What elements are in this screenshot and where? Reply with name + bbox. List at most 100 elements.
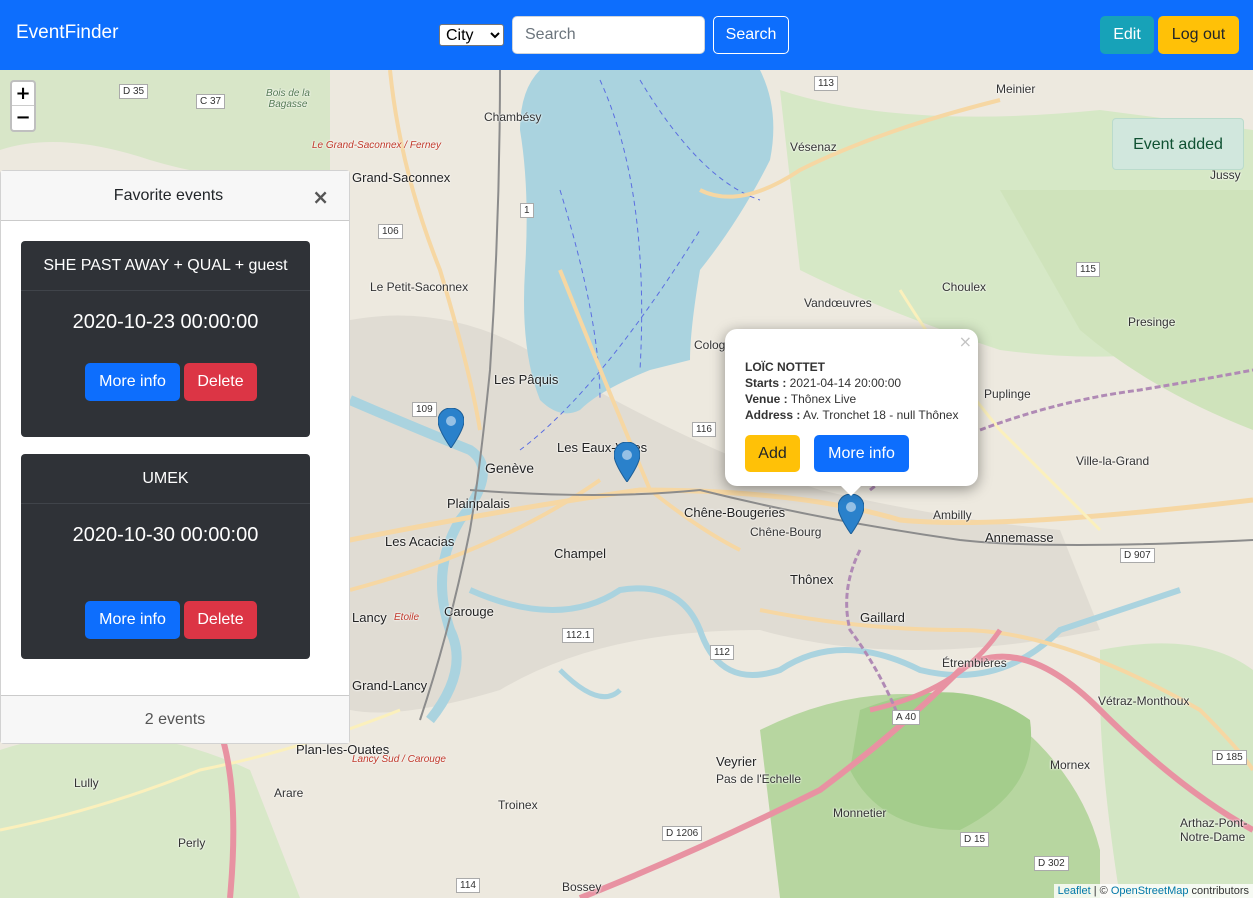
place-label: Thônex xyxy=(790,572,834,587)
event-popup: × LOÏC NOTTET Starts : 2021-04-14 20:00:… xyxy=(725,329,978,486)
place-label: Chêne-Bougeries xyxy=(684,505,786,520)
place-label: Monnetier xyxy=(833,806,887,820)
popup-body: LOÏC NOTTET Starts : 2021-04-14 20:00:00… xyxy=(745,359,958,423)
favorite-event-card: UMEK 2020-10-30 00:00:00 More info Delet… xyxy=(21,454,310,659)
edit-button[interactable]: Edit xyxy=(1100,16,1154,54)
popup-address: Address : Av. Tronchet 18 - null Thônex xyxy=(745,407,958,423)
place-label: Veyrier xyxy=(716,754,757,769)
place-label: Vétraz-Monthoux xyxy=(1098,694,1190,708)
road-shield: D 907 xyxy=(1120,548,1155,563)
map-marker-icon[interactable] xyxy=(614,442,640,482)
place-label: Plainpalais xyxy=(447,496,510,511)
zoom-in-button[interactable]: + xyxy=(12,82,34,106)
road-shield: 109 xyxy=(412,402,437,417)
road-shield: C 37 xyxy=(196,94,226,109)
place-label: Pas de l'Echelle xyxy=(716,772,802,786)
place-label: Lancy Sud / Carouge xyxy=(352,754,446,765)
popup-event-title: LOÏC NOTTET xyxy=(745,360,825,374)
place-label: Arthaz-Pont-Notre-Dame xyxy=(1180,816,1248,844)
road-shield: 112 xyxy=(710,645,734,660)
popup-tip xyxy=(839,484,863,496)
road-shield: 106 xyxy=(378,224,403,239)
popup-starts-label: Starts : xyxy=(745,376,787,390)
attribution-separator: | © xyxy=(1090,885,1111,897)
popup-venue: Venue : Thônex Live xyxy=(745,391,958,407)
event-actions: More info Delete xyxy=(85,601,257,639)
place-label: Bossey xyxy=(562,880,602,894)
road-shield: 112.1 xyxy=(562,628,595,643)
place-label: Bois de la Bagasse xyxy=(266,88,310,110)
more-info-button[interactable]: More info xyxy=(85,363,180,401)
event-name: SHE PAST AWAY + QUAL + guest xyxy=(21,241,310,291)
road-shield: D 15 xyxy=(960,832,990,847)
add-favorite-button[interactable]: Add xyxy=(745,435,800,472)
popup-starts: Starts : 2021-04-14 20:00:00 xyxy=(745,375,958,391)
road-shield: 114 xyxy=(456,878,480,893)
place-label: Lancy xyxy=(352,610,387,625)
zoom-control: + − xyxy=(10,80,36,132)
popup-close-icon[interactable]: × xyxy=(959,332,972,351)
place-label: Ambilly xyxy=(933,508,972,522)
place-label: Genève xyxy=(485,460,535,476)
delete-button[interactable]: Delete xyxy=(184,601,257,639)
popup-address-value: Av. Tronchet 18 - null Thônex xyxy=(800,408,959,422)
delete-button[interactable]: Delete xyxy=(184,363,257,401)
favorites-panel-title: Favorite events xyxy=(113,187,224,204)
osm-link[interactable]: OpenStreetMap xyxy=(1111,885,1189,897)
event-date: 2020-10-30 00:00:00 xyxy=(72,524,259,546)
road-shield: 1 xyxy=(520,203,534,218)
event-date: 2020-10-23 00:00:00 xyxy=(72,311,259,333)
map-marker-icon[interactable] xyxy=(438,408,464,448)
road-shield: 113 xyxy=(814,76,838,91)
place-label: Troinex xyxy=(498,798,538,812)
place-label: Vésenaz xyxy=(790,140,837,154)
map-marker-icon[interactable] xyxy=(838,494,864,534)
place-label: Gaillard xyxy=(860,610,905,625)
road-shield: A 40 xyxy=(892,710,921,725)
road-shield: D 185 xyxy=(1212,750,1247,765)
popup-venue-value: Thônex Live xyxy=(787,392,857,406)
favorites-count: 2 events xyxy=(1,695,349,743)
navbar: EventFinder City Search Edit Log out xyxy=(0,0,1253,70)
place-label: Carouge xyxy=(444,604,494,619)
place-label: Vandœuvres xyxy=(804,296,872,310)
map-attribution: Leaflet | © OpenStreetMap contributors xyxy=(1053,884,1253,898)
place-label: Lully xyxy=(74,776,99,790)
road-shield: D 1206 xyxy=(662,826,703,841)
favorites-panel-header: Favorite events × xyxy=(1,171,349,221)
popup-venue-label: Venue : xyxy=(745,392,788,406)
place-label: Etoile xyxy=(394,612,420,623)
popup-more-info-button[interactable]: More info xyxy=(814,435,909,472)
place-label: Annemasse xyxy=(985,530,1054,545)
popup-starts-value: 2021-04-14 20:00:00 xyxy=(786,376,902,390)
city-select[interactable]: City xyxy=(439,24,504,46)
place-label: Mornex xyxy=(1050,758,1091,772)
road-shield: 115 xyxy=(1076,262,1100,277)
event-added-toast: Event added xyxy=(1112,118,1244,170)
attribution-suffix: contributors xyxy=(1188,885,1249,897)
road-shield: D 302 xyxy=(1034,856,1069,871)
close-icon[interactable]: × xyxy=(312,185,329,209)
more-info-button[interactable]: More info xyxy=(85,601,180,639)
favorites-panel: Favorite events × SHE PAST AWAY + QUAL +… xyxy=(0,170,350,744)
place-label: Choulex xyxy=(942,280,987,294)
search-button[interactable]: Search xyxy=(713,16,789,54)
place-label: Chambésy xyxy=(484,110,542,124)
brand-logo[interactable]: EventFinder xyxy=(16,22,118,44)
search-input[interactable] xyxy=(512,16,705,54)
road-shield: D 35 xyxy=(119,84,149,99)
zoom-out-button[interactable]: − xyxy=(12,106,34,130)
place-label: Ville-la-Grand xyxy=(1076,454,1150,468)
favorite-event-card: SHE PAST AWAY + QUAL + guest 2020-10-23 … xyxy=(21,241,310,437)
logout-button[interactable]: Log out xyxy=(1158,16,1239,54)
place-label: Le Petit-Saconnex xyxy=(370,280,469,294)
popup-address-label: Address : xyxy=(745,408,801,422)
leaflet-link[interactable]: Leaflet xyxy=(1058,885,1091,897)
place-label: Les Acacias xyxy=(385,534,455,549)
place-label: Chêne-Bourg xyxy=(750,525,822,539)
place-label: Champel xyxy=(554,546,607,561)
place-label: Le Grand-Saconnex / Ferney xyxy=(312,140,441,151)
place-label: Arare xyxy=(274,786,304,800)
place-label: Presinge xyxy=(1128,315,1176,329)
place-label: Perly xyxy=(178,836,206,850)
